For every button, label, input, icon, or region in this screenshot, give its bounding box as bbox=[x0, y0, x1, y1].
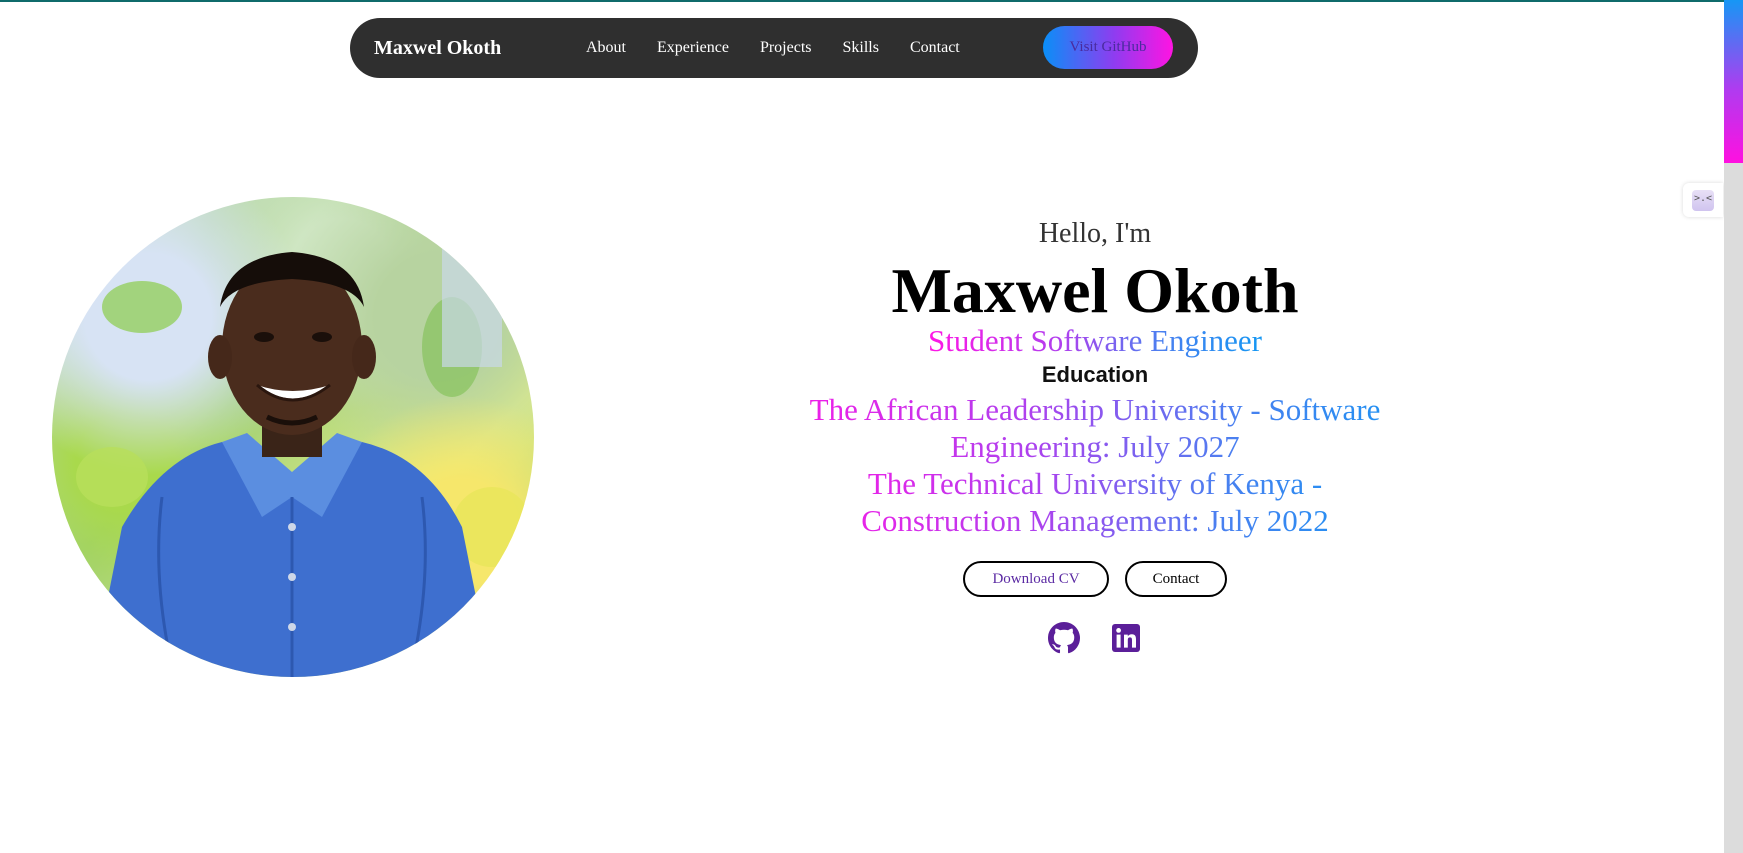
nav-link-projects[interactable]: Projects bbox=[760, 39, 812, 57]
hero-name: Maxwel Okoth bbox=[891, 255, 1299, 326]
social-links bbox=[680, 622, 1510, 654]
role-title: Student Software Engineer bbox=[680, 323, 1510, 359]
profile-photo bbox=[52, 197, 534, 677]
side-widget[interactable]: >.< bbox=[1683, 183, 1723, 217]
brand-name[interactable]: Maxwel Okoth bbox=[374, 18, 501, 78]
top-accent-line bbox=[0, 0, 1743, 2]
navbar: Maxwel Okoth About Experience Projects S… bbox=[350, 18, 1198, 78]
linkedin-icon[interactable] bbox=[1110, 622, 1142, 654]
scrollbar-thumb[interactable] bbox=[1724, 0, 1743, 163]
nav-link-about[interactable]: About bbox=[586, 39, 626, 57]
greeting-text: Hello, I'm bbox=[1038, 218, 1152, 249]
download-cv-button[interactable]: Download CV bbox=[963, 561, 1109, 597]
nav-link-contact[interactable]: Contact bbox=[910, 39, 960, 57]
nav-link-skills[interactable]: Skills bbox=[843, 39, 879, 57]
nav-links: About Experience Projects Skills Contact bbox=[586, 18, 991, 78]
scrollbar[interactable] bbox=[1724, 0, 1743, 853]
role-text: Student Software Engineer bbox=[927, 323, 1263, 358]
contact-button[interactable]: Contact bbox=[1125, 561, 1227, 597]
visit-github-button[interactable]: Visit GitHub bbox=[1043, 26, 1173, 69]
education-text: The African Leadership University - Soft… bbox=[745, 391, 1445, 465]
education-item-alu: The African Leadership University - Soft… bbox=[680, 391, 1510, 465]
education-text: The Technical University of Kenya - Cons… bbox=[785, 465, 1405, 539]
education-item-tuk: The Technical University of Kenya - Cons… bbox=[680, 465, 1510, 539]
hero-buttons: Download CV Contact bbox=[680, 561, 1510, 597]
widget-icon: >.< bbox=[1692, 190, 1714, 211]
education-heading: Education bbox=[1041, 362, 1149, 387]
nav-link-experience[interactable]: Experience bbox=[657, 39, 729, 57]
github-icon[interactable] bbox=[1048, 622, 1080, 654]
